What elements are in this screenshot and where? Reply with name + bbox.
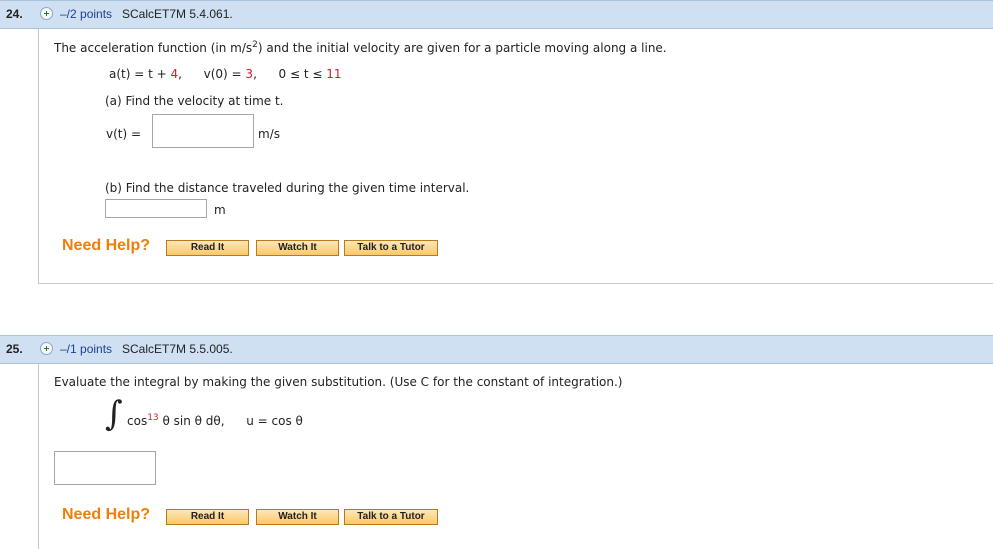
- read-it-button[interactable]: Read It: [166, 240, 249, 256]
- need-help-label: Need Help?: [62, 506, 151, 523]
- problem-code: SCalcET7M 5.5.005.: [122, 342, 233, 356]
- expand-plus-icon[interactable]: [40, 342, 53, 355]
- expand-plus-icon[interactable]: [40, 7, 53, 20]
- talk-to-tutor-button[interactable]: Talk to a Tutor: [344, 240, 438, 256]
- part-b-prompt: (b) Find the distance traveled during th…: [105, 181, 470, 195]
- points-label: –/1 points: [60, 342, 113, 356]
- question-24-body: The acceleration function (in m/s2) and …: [38, 29, 993, 283]
- need-help-label: Need Help?: [62, 237, 151, 254]
- integral-answer-input[interactable]: [54, 451, 156, 485]
- distance-unit: m: [214, 203, 226, 217]
- velocity-label: v(t) =: [106, 127, 142, 141]
- question-number: 24.: [6, 7, 23, 21]
- velocity-unit: m/s: [258, 127, 280, 141]
- given-equations: a(t) = t + 4, v(0) = 3, 0 ≤ t ≤ 11: [109, 67, 342, 81]
- talk-to-tutor-button[interactable]: Talk to a Tutor: [344, 509, 438, 525]
- question-intro: Evaluate the integral by making the give…: [54, 375, 623, 389]
- question-25-body: Evaluate the integral by making the give…: [38, 364, 993, 549]
- points-label: –/2 points: [60, 7, 113, 21]
- velocity-answer-input[interactable]: [152, 114, 254, 148]
- integrand-expression: cos13 θ sin θ dθ, u = cos θ: [127, 413, 303, 428]
- question-intro: The acceleration function (in m/s2) and …: [54, 40, 667, 55]
- question-number: 25.: [6, 342, 23, 356]
- read-it-button[interactable]: Read It: [166, 509, 249, 525]
- watch-it-button[interactable]: Watch It: [256, 240, 339, 256]
- integral-sign: ∫: [105, 394, 123, 434]
- question-25-header: 25. –/1 points SCalcET7M 5.5.005.: [0, 335, 993, 364]
- watch-it-button[interactable]: Watch It: [256, 509, 339, 525]
- substitution-expression: u = cos θ: [246, 414, 303, 428]
- problem-code: SCalcET7M 5.4.061.: [122, 7, 233, 21]
- question-24-header: 24. –/2 points SCalcET7M 5.4.061.: [0, 0, 993, 29]
- distance-answer-input[interactable]: [105, 199, 207, 218]
- part-a-prompt: (a) Find the velocity at time t.: [105, 94, 284, 108]
- section-divider: [38, 283, 993, 284]
